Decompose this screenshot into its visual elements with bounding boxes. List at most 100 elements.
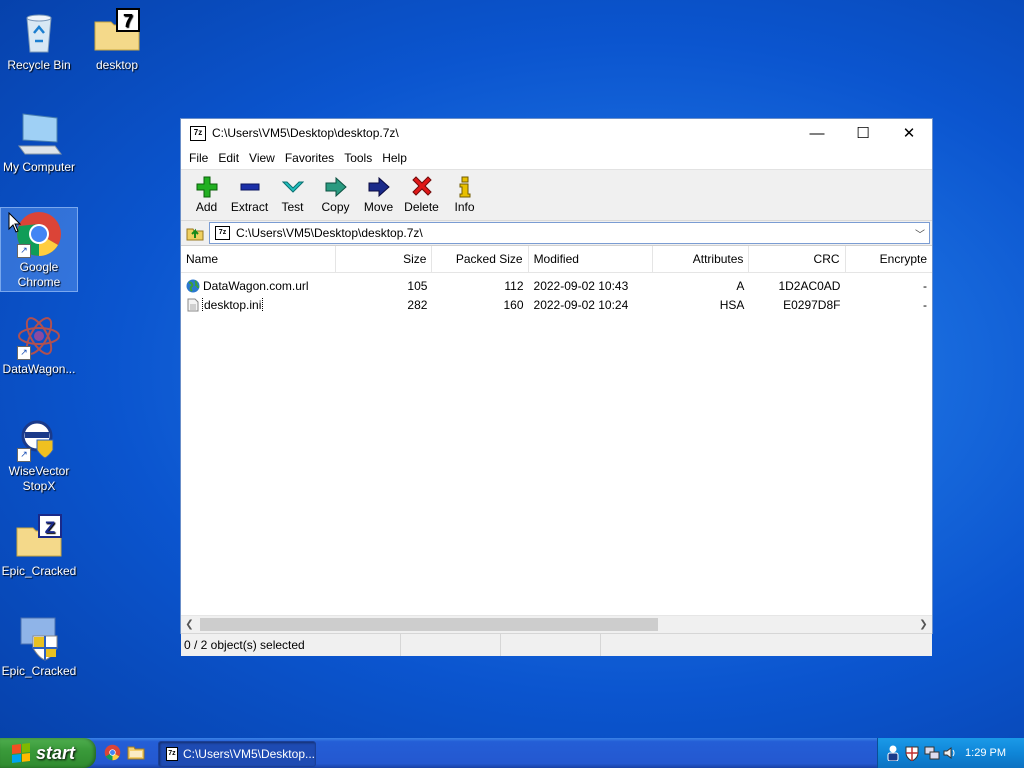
svg-text:Z: Z [45, 518, 55, 537]
copy-arrow-icon [314, 176, 357, 198]
7z-archive-folder-icon: 7 [93, 8, 141, 56]
status-cell [501, 634, 601, 656]
clock[interactable]: 1:29 PM [965, 747, 1006, 759]
maximize-button[interactable]: ☐ [840, 119, 886, 147]
copy-button[interactable]: Copy [314, 170, 357, 214]
extract-button[interactable]: Extract [228, 170, 271, 214]
taskbar-7zip-button[interactable]: 7z C:\Users\VM5\Desktop... [158, 741, 316, 767]
menu-help[interactable]: Help [377, 151, 412, 165]
move-label: Move [363, 200, 394, 214]
menu-edit[interactable]: Edit [213, 151, 244, 165]
desktop-icon-epic-cracked-archive[interactable]: Z Epic_Cracked [1, 514, 77, 579]
window-titlebar[interactable]: 7z C:\Users\VM5\Desktop\desktop.7z\ — ☐ … [181, 119, 932, 147]
menu-tools[interactable]: Tools [339, 151, 377, 165]
toolbar: Add Extract Test Copy Move Delete Info [181, 170, 932, 221]
minus-icon [228, 176, 271, 198]
info-button[interactable]: Info [443, 170, 486, 214]
file-encrypted: - [922, 278, 927, 293]
desktop-icon-label: DataWagon... [2, 362, 76, 376]
add-label: Add [195, 200, 218, 214]
add-button[interactable]: Add [185, 170, 228, 214]
network-tray-icon[interactable] [924, 746, 940, 760]
test-label: Test [281, 200, 304, 214]
desktop-icon-wisevector[interactable]: ↗ WiseVector StopX [1, 414, 77, 494]
column-header-size[interactable]: Size [336, 246, 433, 272]
address-row: 7z C:\Users\VM5\Desktop\desktop.7z\ ﹀ [181, 221, 932, 246]
file-row[interactable]: DataWagon.com.url 105 112 2022-09-02 10:… [181, 276, 932, 295]
7zip-taskbar-icon: 7z [166, 747, 178, 761]
file-list[interactable]: DataWagon.com.url 105 112 2022-09-02 10:… [181, 276, 932, 615]
file-crc: E0297D8F [783, 297, 841, 312]
parent-folder-button[interactable] [181, 222, 209, 244]
desktop-icon-desktop-archive[interactable]: 7 desktop [79, 8, 155, 73]
desktop-icon-label: Epic_Cracked [1, 564, 77, 578]
file-size: 282 [407, 297, 428, 312]
column-header-crc[interactable]: CRC [749, 246, 846, 272]
chrome-quicklaunch-icon[interactable] [104, 744, 121, 761]
minimize-button[interactable]: — [794, 119, 840, 147]
file-modified: 2022-09-02 10:24 [533, 297, 629, 312]
7zip-file-manager-window[interactable]: 7z C:\Users\VM5\Desktop\desktop.7z\ — ☐ … [180, 118, 933, 656]
file-packed-size: 112 [504, 278, 524, 293]
installer-shield-icon [15, 614, 63, 662]
test-button[interactable]: Test [271, 170, 314, 214]
desktop-icon-label: Google Chrome [17, 260, 61, 289]
mouse-cursor-icon [8, 212, 22, 233]
menu-file[interactable]: File [184, 151, 213, 165]
file-name: desktop.ini [201, 297, 264, 312]
desktop-icon-datawagon[interactable]: ↗ DataWagon... [1, 312, 77, 377]
scroll-track[interactable] [198, 617, 915, 632]
ini-file-icon [187, 298, 199, 311]
file-encrypted: - [922, 297, 927, 312]
speaker-tray-icon[interactable] [943, 746, 957, 760]
desktop-icon-recycle-bin[interactable]: Recycle Bin [1, 8, 77, 73]
address-bar[interactable]: 7z C:\Users\VM5\Desktop\desktop.7z\ ﹀ [209, 222, 930, 244]
column-header-name[interactable]: Name [181, 246, 337, 272]
move-arrow-icon [357, 176, 400, 198]
desktop-icon-my-computer[interactable]: My Computer [1, 110, 77, 175]
delete-button[interactable]: Delete [400, 170, 443, 214]
column-header-modified[interactable]: Modified [529, 246, 654, 272]
computer-icon [15, 110, 63, 158]
horizontal-scrollbar[interactable]: ❮ ❯ [181, 615, 932, 633]
user-tray-icon[interactable] [886, 745, 900, 761]
file-name: DataWagon.com.url [203, 278, 309, 293]
column-header-encrypted[interactable]: Encrypte [846, 246, 932, 272]
file-crc: 1D2AC0AD [778, 278, 841, 293]
column-header-attributes[interactable]: Attributes [653, 246, 750, 272]
folder-up-icon [186, 228, 204, 241]
close-button[interactable]: ✕ [886, 119, 932, 147]
file-modified: 2022-09-02 10:43 [533, 278, 629, 293]
globe-icon [186, 279, 200, 292]
file-attributes: HSA [719, 297, 745, 312]
file-row[interactable]: desktop.ini 282 160 2022-09-02 10:24 HSA… [181, 295, 932, 314]
scroll-left-icon[interactable]: ❮ [181, 619, 198, 630]
desktop-icon-label: My Computer [2, 160, 76, 174]
menu-favorites[interactable]: Favorites [280, 151, 339, 165]
folder-quicklaunch-icon[interactable] [127, 744, 145, 760]
delete-label: Delete [404, 200, 439, 214]
file-packed-size: 160 [503, 297, 524, 312]
scroll-thumb[interactable] [200, 618, 658, 631]
extract-label: Extract [230, 200, 269, 214]
7z-archive-small-icon: 7z [215, 226, 230, 240]
start-button[interactable]: start [0, 738, 96, 768]
info-label: Info [454, 200, 475, 214]
move-button[interactable]: Move [357, 170, 400, 214]
file-attributes: A [736, 278, 745, 293]
chrome-icon: ↗ [15, 210, 63, 258]
7zip-app-icon: 7z [190, 125, 206, 141]
security-shield-tray-icon[interactable] [905, 745, 919, 761]
shortcut-arrow-icon: ↗ [17, 448, 31, 462]
status-cell [601, 634, 932, 656]
status-selection: 0 / 2 object(s) selected [181, 634, 401, 656]
address-path: C:\Users\VM5\Desktop\desktop.7z\ [236, 226, 423, 240]
file-size: 105 [407, 278, 428, 293]
scroll-right-icon[interactable]: ❯ [915, 619, 932, 630]
system-tray: 1:29 PM [877, 738, 1024, 768]
desktop-icon-label: Recycle Bin [7, 58, 71, 72]
menu-view[interactable]: View [244, 151, 280, 165]
column-header-packed-size[interactable]: Packed Size [432, 246, 529, 272]
desktop-icon-epic-cracked-installer[interactable]: Epic_Cracked [1, 614, 77, 679]
chevron-down-icon[interactable]: ﹀ [911, 226, 929, 241]
